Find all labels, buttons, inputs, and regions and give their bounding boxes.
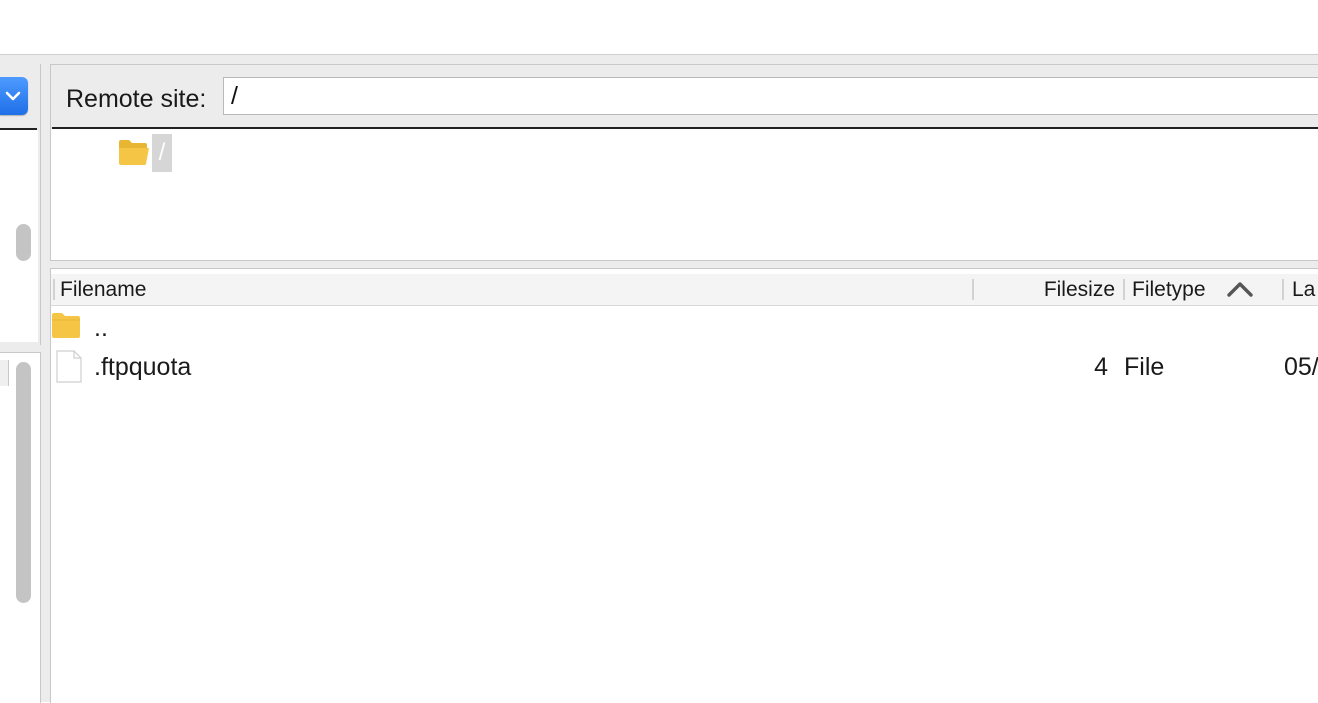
sort-ascending-icon xyxy=(1227,282,1253,297)
column-separator[interactable] xyxy=(1123,279,1125,300)
remote-site-path-input[interactable] xyxy=(223,77,1318,115)
column-separator[interactable] xyxy=(972,279,974,300)
file-row-parent[interactable] xyxy=(51,309,1318,347)
column-header-filename[interactable]: Filename xyxy=(60,277,146,303)
folder-icon xyxy=(52,313,80,338)
file-type: File xyxy=(1124,353,1165,381)
remote-site-label: Remote site: xyxy=(66,85,207,113)
column-header-filetype[interactable]: Filetype xyxy=(1132,277,1206,303)
column-header-last-modified[interactable]: La xyxy=(1292,277,1315,303)
column-separator[interactable] xyxy=(1282,279,1284,300)
local-site-dropdown-button[interactable] xyxy=(0,77,28,115)
file-name: .ftpquota xyxy=(94,353,192,381)
file-list-header xyxy=(51,274,1318,306)
folder-open-icon xyxy=(119,140,149,165)
local-tree-scrollbar[interactable] xyxy=(16,224,31,261)
window-top-area xyxy=(0,0,1318,54)
tree-node-root[interactable]: / xyxy=(152,134,172,172)
file-icon xyxy=(56,350,82,383)
chevron-down-icon xyxy=(5,91,21,101)
remote-directory-tree[interactable] xyxy=(50,129,1318,261)
local-list-column-header[interactable] xyxy=(0,360,9,386)
column-header-filesize[interactable]: Filesize xyxy=(976,277,1115,303)
file-size: 4 xyxy=(1094,353,1108,381)
local-list-scrollbar[interactable] xyxy=(16,362,31,603)
file-name: .. xyxy=(94,314,108,342)
file-last-modified: 05/ xyxy=(1284,353,1318,381)
column-separator xyxy=(53,279,55,300)
